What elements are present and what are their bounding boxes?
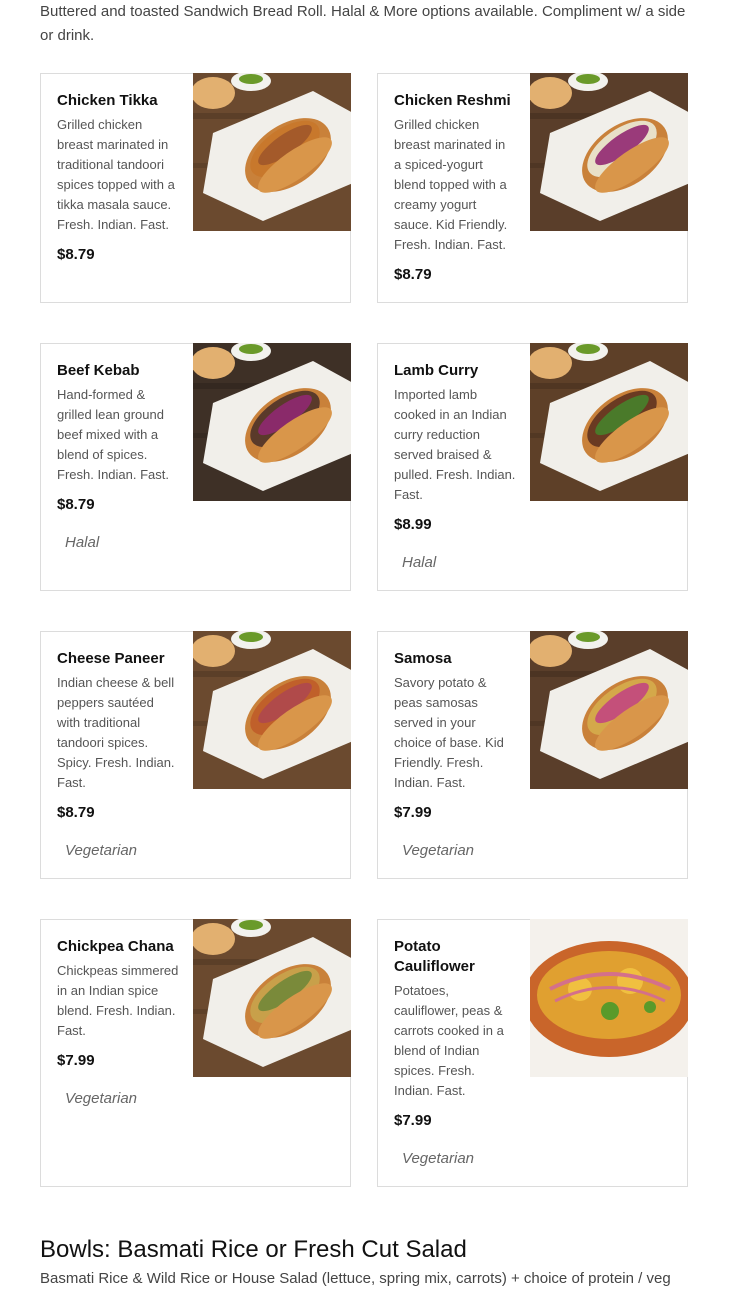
food-photo — [530, 919, 688, 1077]
menu-item-card[interactable]: Beef Kebab Hand-formed & grilled lean gr… — [40, 343, 351, 591]
item-price: $7.99 — [394, 1112, 432, 1129]
food-photo — [530, 73, 688, 231]
food-photo — [530, 343, 688, 501]
item-price: $8.79 — [394, 266, 432, 283]
item-description: Hand-formed & grilled lean ground beef m… — [57, 387, 169, 482]
menu-item-card[interactable]: Chicken Tikka Grilled chicken breast mar… — [40, 73, 351, 303]
dietary-tag: Vegetarian — [65, 1090, 137, 1107]
item-name: Potato Cauliflower — [394, 938, 475, 975]
menu-item-card[interactable]: Cheese Paneer Indian cheese & bell peppe… — [40, 631, 351, 879]
food-photo — [530, 631, 688, 789]
item-name: Chicken Reshmi — [394, 92, 511, 109]
item-description: Potatoes, cauliflower, peas & carrots co… — [394, 983, 504, 1098]
item-price: $7.99 — [57, 1052, 95, 1069]
item-name: Beef Kebab — [57, 362, 140, 379]
item-name: Lamb Curry — [394, 362, 479, 379]
item-description: Savory potato & peas samosas served in y… — [394, 675, 504, 790]
item-description: Indian cheese & bell peppers sautéed wit… — [57, 675, 175, 790]
menu-item-card[interactable]: Potato Cauliflower Potatoes, cauliflower… — [377, 919, 688, 1187]
dietary-tag: Vegetarian — [402, 1150, 474, 1167]
dietary-tag: Halal — [65, 534, 100, 551]
menu-item-card[interactable]: Chicken Reshmi Grilled chicken breast ma… — [377, 73, 688, 303]
section-intro: Buttered and toasted Sandwich Bread Roll… — [40, 3, 686, 44]
item-name: Cheese Paneer — [57, 650, 165, 667]
item-description: Grilled chicken breast marinated in a sp… — [394, 117, 508, 252]
item-description: Chickpeas simmered in an Indian spice bl… — [57, 963, 179, 1038]
item-price: $8.79 — [57, 246, 95, 263]
dietary-tag: Halal — [402, 554, 437, 571]
item-price: $8.79 — [57, 804, 95, 821]
menu-item-card[interactable]: Samosa Savory potato & peas samosas serv… — [377, 631, 688, 879]
item-description: Imported lamb cooked in an Indian curry … — [394, 387, 516, 502]
menu-item-card[interactable]: Chickpea Chana Chickpeas simmered in an … — [40, 919, 351, 1187]
item-name: Chickpea Chana — [57, 938, 174, 955]
section-subtitle: Basmati Rice & Wild Rice or House Salad … — [40, 1270, 671, 1287]
food-photo — [193, 73, 351, 231]
dietary-tag: Vegetarian — [65, 842, 137, 859]
section-title: Bowls: Basmati Rice or Fresh Cut Salad — [40, 1236, 467, 1263]
food-photo — [193, 919, 351, 1077]
menu-item-card[interactable]: Lamb Curry Imported lamb cooked in an In… — [377, 343, 688, 591]
item-price: $8.99 — [394, 516, 432, 533]
food-photo — [193, 631, 351, 789]
item-price: $7.99 — [394, 804, 432, 821]
food-photo — [193, 343, 351, 501]
item-name: Samosa — [394, 650, 452, 667]
dietary-tag: Vegetarian — [402, 842, 474, 859]
item-description: Grilled chicken breast marinated in trad… — [57, 117, 175, 232]
item-price: $8.79 — [57, 496, 95, 513]
item-name: Chicken Tikka — [57, 92, 158, 109]
